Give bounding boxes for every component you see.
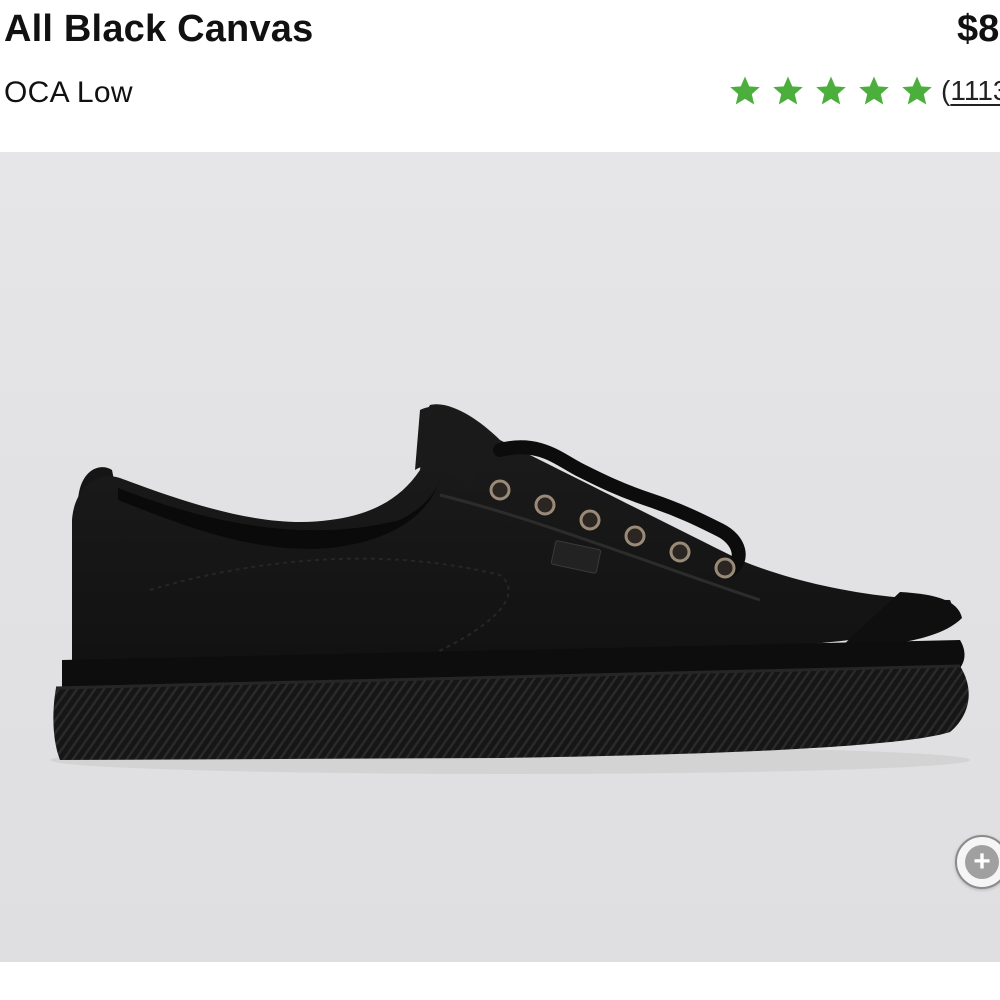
star-icon — [816, 76, 846, 105]
rating-summary[interactable]: (1113 — [728, 74, 1000, 108]
star-icon — [902, 76, 932, 105]
star-icon — [859, 76, 889, 105]
product-model: OCA Low — [4, 76, 133, 109]
zoom-plus-icon: + — [965, 845, 999, 879]
star-icon — [773, 76, 803, 105]
review-count-link[interactable]: (1113 — [941, 75, 1000, 107]
product-price: $8 — [957, 8, 1000, 50]
sneaker-image — [50, 404, 970, 774]
review-count: 1113 — [950, 75, 1000, 106]
star-icon — [730, 76, 760, 105]
zoom-button[interactable]: + — [955, 835, 1000, 889]
product-title: All Black Canvas — [4, 8, 314, 50]
product-detail-page: All Black Canvas $8 OCA Low (1113 — [0, 0, 1000, 1000]
product-image[interactable] — [0, 152, 1000, 962]
